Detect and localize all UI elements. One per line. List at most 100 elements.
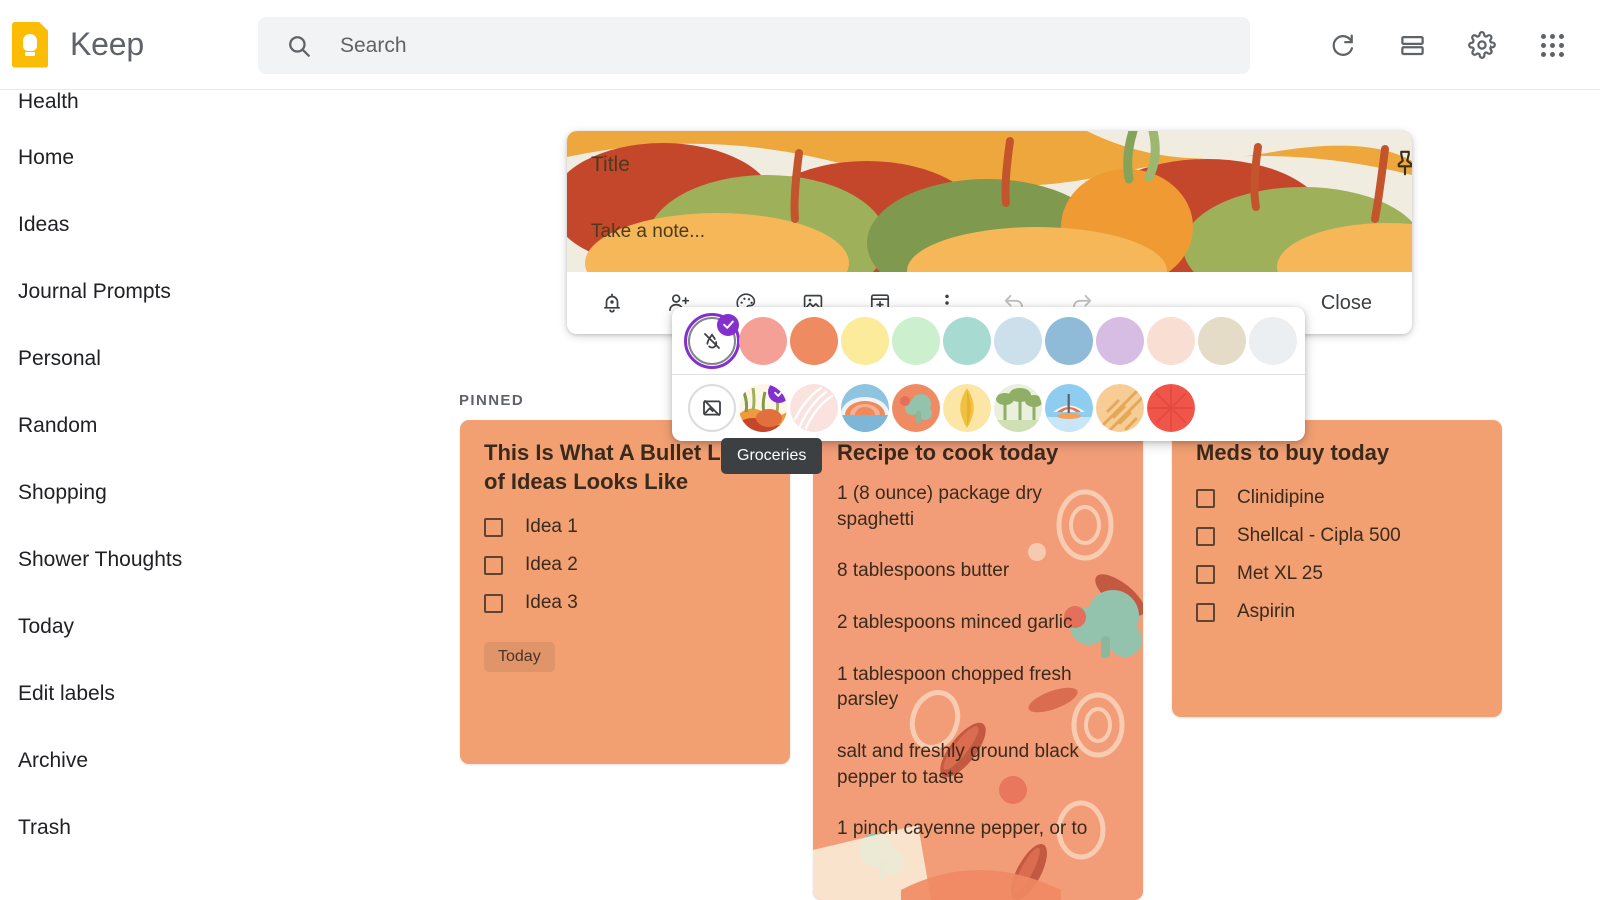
refresh-icon[interactable]	[1318, 21, 1366, 69]
sidebar-item-label: Edit labels	[18, 681, 115, 705]
list-item[interactable]: Met XL 25	[1196, 563, 1478, 585]
keep-app: Keep Search Health Home Ideas Journal Pr…	[0, 0, 1600, 900]
color-swatch-row	[672, 307, 1305, 374]
checkbox-unchecked-icon[interactable]	[1196, 488, 1215, 508]
sidebar-item-ideas[interactable]: Ideas	[0, 191, 305, 258]
close-button[interactable]: Close	[1303, 283, 1390, 324]
apps-grid-icon[interactable]	[1528, 21, 1576, 69]
sidebar-item-label: Home	[18, 145, 75, 169]
color-swatch-lightblue[interactable]	[994, 316, 1042, 365]
sidebar-item-health[interactable]: Health	[0, 90, 305, 124]
recipe-line: salt and freshly ground black pepper to …	[837, 740, 1079, 788]
sidebar-item-personal[interactable]: Personal	[0, 325, 305, 392]
sidebar-item-label: Personal	[18, 346, 101, 370]
app-title: Keep	[70, 26, 144, 62]
color-swatch-green[interactable]	[892, 316, 940, 365]
list-item-label: Clinidipine	[1237, 487, 1325, 509]
list-item-label: Shellcal - Cipla 500	[1237, 525, 1401, 547]
composer-background-art: Title Take a note...	[567, 131, 1412, 272]
list-item[interactable]: Idea 1	[484, 516, 766, 538]
sidebar-item-trash[interactable]: Trash	[0, 794, 305, 861]
list-item[interactable]: Clinidipine	[1196, 487, 1478, 509]
background-options-popup[interactable]: Groceries	[672, 307, 1305, 474]
header-actions	[1318, 0, 1590, 90]
sidebar-item-label: Shopping	[18, 480, 107, 504]
checkbox-unchecked-icon[interactable]	[484, 517, 503, 537]
note-body: Clinidipine Shellcal - Cipla 500 Met XL …	[1172, 467, 1502, 643]
sidebar: Health Home Ideas Journal Prompts Person…	[0, 90, 305, 900]
sidebar-item-label: Random	[18, 413, 98, 437]
recipe-line: 1 tablespoon chopped fresh parsley	[837, 663, 1072, 711]
background-swatch-recipes[interactable]	[892, 384, 940, 432]
color-swatch-purple[interactable]	[1096, 316, 1144, 365]
reminder-bell-icon[interactable]	[589, 280, 635, 326]
list-item[interactable]: Idea 2	[484, 554, 766, 576]
sidebar-item-label: Archive	[18, 748, 89, 772]
background-swatch-places[interactable]	[994, 384, 1042, 432]
list-item[interactable]: Idea 3	[484, 592, 766, 614]
background-swatch-music[interactable]	[841, 384, 889, 432]
note-body: Idea 1 Idea 2 Idea 3 Today	[460, 496, 790, 692]
sidebar-item-today[interactable]: Today	[0, 593, 305, 660]
checkbox-unchecked-icon[interactable]	[484, 555, 503, 575]
sidebar-item-journal-prompts[interactable]: Journal Prompts	[0, 258, 305, 325]
background-swatch-none[interactable]	[688, 384, 736, 432]
composer-title-input[interactable]: Title	[591, 153, 630, 177]
sidebar-item-shower-thoughts[interactable]: Shower Thoughts	[0, 526, 305, 593]
background-swatch-groceries[interactable]	[739, 384, 787, 432]
sidebar-item-random[interactable]: Random	[0, 392, 305, 459]
sidebar-item-label: Journal Prompts	[18, 279, 171, 303]
notes-main: PINNED This Is What A Bullet List of Ide…	[305, 90, 1600, 900]
sidebar-item-shopping[interactable]: Shopping	[0, 459, 305, 526]
color-swatch-orange[interactable]	[790, 316, 838, 365]
checkbox-unchecked-icon[interactable]	[484, 593, 503, 613]
sidebar-item-label: Trash	[18, 815, 71, 839]
search-input[interactable]: Search	[258, 17, 1250, 74]
checkbox-unchecked-icon[interactable]	[1196, 602, 1215, 622]
selected-check-icon	[768, 384, 787, 403]
color-swatch-blue[interactable]	[1045, 316, 1093, 365]
color-swatch-gray[interactable]	[1249, 316, 1297, 365]
recipe-line: 2 tablespoons minced garlic	[837, 611, 1073, 633]
note-card-meds[interactable]: Meds to buy today Clinidipine Shellcal -…	[1172, 420, 1502, 717]
search-icon	[286, 33, 312, 59]
note-composer[interactable]: Title Take a note... Close	[567, 131, 1412, 334]
color-swatch-yellow[interactable]	[841, 316, 889, 365]
background-swatch-row	[672, 374, 1305, 441]
sidebar-item-label: Shower Thoughts	[18, 547, 183, 571]
sidebar-item-home[interactable]: Home	[0, 124, 305, 191]
selected-check-icon	[717, 313, 739, 336]
app-header: Keep Search	[0, 0, 1600, 90]
note-label-chip[interactable]: Today	[484, 642, 555, 673]
list-item[interactable]: Aspirin	[1196, 601, 1478, 623]
checkbox-unchecked-icon[interactable]	[1196, 526, 1215, 546]
list-item-label: Idea 2	[525, 554, 578, 576]
sidebar-item-archive[interactable]: Archive	[0, 727, 305, 794]
recipe-line: 8 tablespoons butter	[837, 560, 1010, 582]
recipe-line: 1 pinch cayenne pepper, or to	[837, 818, 1088, 840]
color-swatch-coral[interactable]	[739, 316, 787, 365]
background-swatch-food[interactable]	[790, 384, 838, 432]
keep-logo-icon	[12, 21, 48, 68]
sidebar-item-label: Ideas	[18, 212, 70, 236]
recipe-line: 1 (8 ounce) package dry spaghetti	[837, 483, 1042, 530]
settings-gear-icon[interactable]	[1458, 21, 1506, 69]
background-swatch-celebration[interactable]	[1147, 384, 1195, 432]
list-item-label: Idea 1	[525, 516, 578, 538]
keep-logo-button[interactable]: Keep	[12, 21, 144, 68]
checkbox-unchecked-icon[interactable]	[1196, 564, 1215, 584]
list-item[interactable]: Shellcal - Cipla 500	[1196, 525, 1478, 547]
color-swatch-brown[interactable]	[1198, 316, 1246, 365]
sidebar-item-edit-labels[interactable]: Edit labels	[0, 660, 305, 727]
sidebar-item-label: Today	[18, 614, 75, 638]
background-swatch-video[interactable]	[1096, 384, 1144, 432]
note-card-recipe[interactable]: Recipe to cook today 1 (8 ounce) package…	[813, 420, 1143, 900]
pinned-section-label: PINNED	[459, 392, 525, 409]
color-swatch-teal[interactable]	[943, 316, 991, 365]
composer-note-input[interactable]: Take a note...	[591, 221, 705, 243]
background-swatch-travel[interactable]	[1045, 384, 1093, 432]
color-swatch-pink[interactable]	[1147, 316, 1195, 365]
background-swatch-notes[interactable]	[943, 384, 991, 432]
list-view-icon[interactable]	[1388, 21, 1436, 69]
color-swatch-no-color[interactable]	[684, 312, 740, 369]
